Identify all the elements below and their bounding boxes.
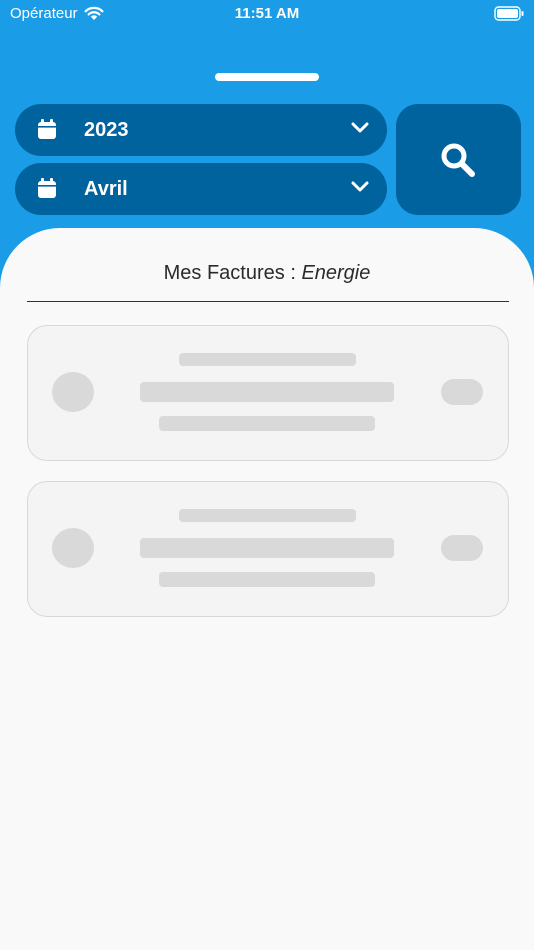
skeleton-line [159,572,375,587]
divider [27,301,509,302]
sheet-title-label: Mes Factures : [163,262,302,284]
month-value: Avril [84,177,128,200]
sheet-title-category: Energie [301,262,371,284]
clock: 11:51 AM [234,5,300,22]
skeleton-line [159,416,375,431]
invoice-skeleton-card [27,325,509,461]
search-icon [441,143,475,177]
battery-icon [494,6,524,21]
year-picker[interactable]: 2023 [15,104,387,156]
skeleton-line [140,382,394,402]
status-bar: Opérateur 11:51 AM [0,0,534,30]
invoice-skeleton-card [27,481,509,617]
chevron-down-icon [351,181,369,192]
calendar-icon [38,119,56,139]
skeleton-avatar [52,528,94,568]
skeleton-line [140,538,394,558]
search-button[interactable] [396,104,521,215]
skeleton-line [179,353,356,366]
drag-handle[interactable] [215,73,319,81]
skeleton-avatar [52,372,94,412]
chevron-down-icon [351,122,369,133]
calendar-icon [38,178,56,198]
invoices-sheet: Mes Factures : Energie [0,228,534,950]
month-picker[interactable]: Avril [15,163,387,215]
skeleton-badge [441,535,483,561]
skeleton-line [179,509,356,522]
year-value: 2023 [84,118,129,141]
skeleton-badge [441,379,483,405]
sheet-title: Mes Factures : Energie [0,262,534,285]
